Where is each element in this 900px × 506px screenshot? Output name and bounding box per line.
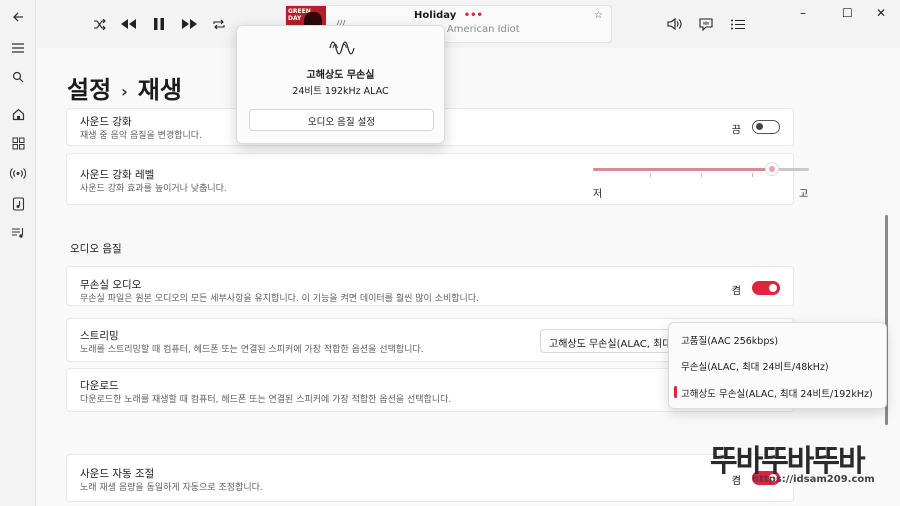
slider-tick: [701, 173, 702, 177]
slider-fill: [593, 168, 773, 171]
sound-enhance-desc: 재생 중 음악 음질을 변경합니다.: [80, 131, 202, 141]
lossless-toggle[interactable]: [752, 281, 780, 295]
lossless-state: 켬: [731, 286, 741, 297]
radio-icon[interactable]: [8, 163, 28, 183]
lossless-row: 무손실 오디오 무손실 파일은 원본 오디오의 모든 세부사항을 유지합니다. …: [66, 266, 794, 306]
back-icon[interactable]: [8, 7, 28, 27]
watermark-url: https://idsam209.com: [752, 474, 875, 485]
library-icon[interactable]: [8, 194, 28, 214]
more-icon[interactable]: •••: [464, 10, 483, 21]
popup-format: 24비트 192kHz ALAC: [292, 86, 389, 97]
close-button[interactable]: ✕: [876, 6, 886, 20]
song-title: Holiday: [414, 10, 457, 21]
breadcrumb-root[interactable]: 설정: [67, 76, 111, 104]
search-icon[interactable]: [8, 67, 28, 87]
sound-enhance-state: 끔: [731, 125, 741, 136]
breadcrumb-separator: ›: [121, 81, 128, 101]
minimize-button[interactable]: –: [800, 6, 806, 20]
audio-quality-popup: 고해상도 무손실 24비트 192kHz ALAC 오디오 음질 설정: [236, 25, 445, 144]
slider-tick: [650, 173, 651, 177]
dropdown-option[interactable]: 무손실(ALAC, 최대 24비트/48kHz): [681, 359, 829, 373]
auto-volume-title: 사운드 자동 조절: [80, 468, 155, 480]
streaming-quality-dropdown: 고품질(AAC 256kbps) 무손실(ALAC, 최대 24비트/48kHz…: [668, 322, 887, 409]
playlist-icon[interactable]: [8, 223, 28, 243]
star-icon[interactable]: ☆: [594, 10, 603, 21]
slider-thumb[interactable]: [765, 162, 780, 176]
sound-level-title: 사운드 강화 레벨: [80, 169, 155, 181]
streaming-desc: 노래를 스트리밍할 때 컴퓨터, 헤드폰 또는 연결된 스피커에 가장 적합한 …: [80, 345, 424, 355]
audio-quality-settings-button[interactable]: 오디오 음질 설정: [249, 109, 434, 131]
sound-enhance-toggle[interactable]: [752, 120, 780, 134]
sound-level-slider[interactable]: [593, 162, 809, 177]
sound-enhance-title: 사운드 강화: [80, 116, 132, 128]
auto-volume-row: 사운드 자동 조절 노래 재생 음량을 동일하게 자동으로 조정합니다. 켬: [66, 454, 794, 502]
selected-indicator: [674, 386, 677, 398]
queue-icon[interactable]: [728, 14, 748, 34]
breadcrumb: 설정 › 재생: [67, 70, 182, 105]
dropdown-option-selected[interactable]: 고해상도 무손실(ALAC, 최대 24비트/192kHz): [681, 386, 873, 400]
sound-level-row: 사운드 강화 레벨 사운드 강화 효과를 높이거나 낮춥니다. 저 고: [66, 153, 809, 205]
slider-high-label: 고: [799, 189, 809, 200]
sidebar: [0, 0, 36, 506]
page-title: 재생: [137, 76, 182, 104]
lyrics-icon[interactable]: [696, 14, 716, 34]
popup-title: 고해상도 무손실: [306, 70, 375, 81]
shuffle-icon[interactable]: [90, 14, 110, 34]
browse-icon[interactable]: [8, 133, 28, 153]
home-icon[interactable]: [8, 104, 28, 124]
pause-icon[interactable]: [149, 14, 169, 34]
streaming-quality-select[interactable]: 고해상도 무손실(ALAC, 최대: [540, 329, 670, 353]
slider-tick: [752, 173, 753, 177]
audio-quality-section-label: 오디오 음질: [70, 243, 122, 255]
watermark: 뚜바뚜바뚜바 https://idsam209.com: [710, 436, 890, 496]
lossless-desc: 무손실 파일은 원본 오디오의 모든 세부사항을 유지합니다. 이 기능을 켜면…: [80, 294, 479, 304]
streaming-title: 스트리밍: [80, 330, 119, 342]
menu-icon[interactable]: [8, 38, 28, 58]
volume-icon[interactable]: [664, 14, 684, 34]
repeat-icon[interactable]: [209, 14, 229, 34]
next-icon[interactable]: [179, 14, 199, 34]
download-title: 다운로드: [80, 380, 119, 392]
top-bar: GREEN DAY Holiday ••• Green Day — Americ…: [36, 0, 900, 48]
lossless-title: 무손실 오디오: [80, 279, 142, 291]
download-desc: 다운로드한 노래를 재생할 때 컴퓨터, 헤드폰 또는 연결된 스피커에 가장 …: [80, 395, 452, 405]
sound-level-desc: 사운드 강화 효과를 높이거나 낮춥니다.: [80, 184, 227, 194]
previous-icon[interactable]: [118, 14, 138, 34]
lossless-wave-icon: [329, 38, 355, 58]
maximize-button[interactable]: ☐: [842, 6, 853, 20]
dropdown-option[interactable]: 고품질(AAC 256kbps): [681, 333, 778, 347]
auto-volume-desc: 노래 재생 음량을 동일하게 자동으로 조정합니다.: [80, 483, 263, 493]
slider-low-label: 저: [593, 189, 603, 200]
